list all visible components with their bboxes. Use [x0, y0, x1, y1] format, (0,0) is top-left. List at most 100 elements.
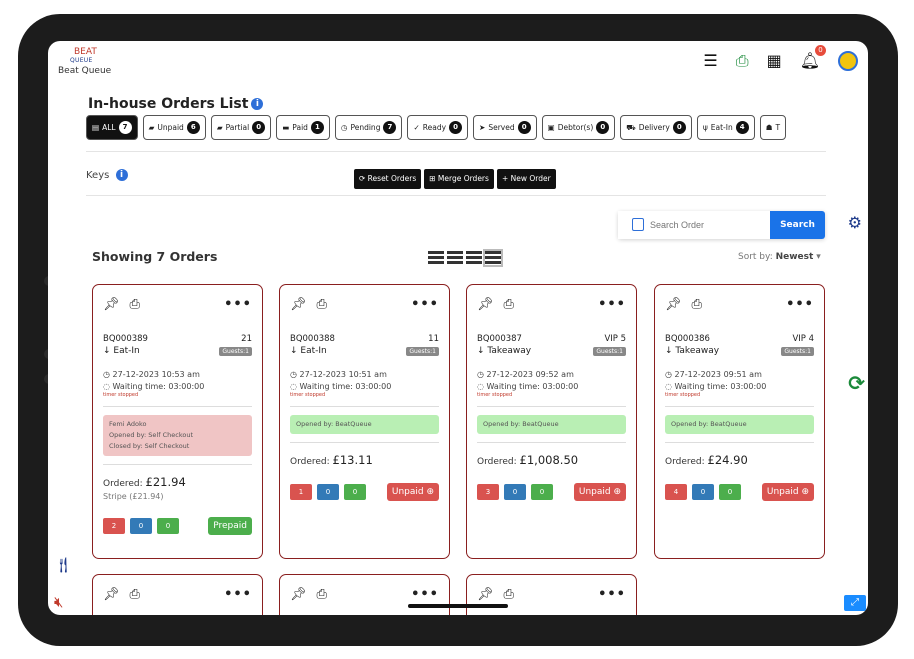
- merge-orders-button[interactable]: ⊞ Merge Orders: [424, 169, 494, 189]
- more-dots-icon[interactable]: •••: [224, 587, 252, 602]
- count-blue-button[interactable]: 0: [317, 484, 339, 500]
- filter-ready[interactable]: ✓ Ready 0: [407, 115, 469, 140]
- filter-count: 7: [383, 121, 397, 134]
- filter-all[interactable]: ▤ ALL 7: [86, 115, 138, 140]
- gear-icon[interactable]: ⚙: [848, 213, 862, 232]
- hamburger-menu-icon[interactable]: ☰: [703, 51, 717, 71]
- order-card[interactable]: 📌︎ ⎙ ••• BQ000387 VIP 5 ↓ Takeaway Guests:1 …: [466, 284, 637, 559]
- keys-info-icon[interactable]: i: [115, 169, 128, 181]
- order-card[interactable]: 📌︎ ⎙ ••• BQ000388 11 ↓ Eat-In Guests:1 ◷ 27-…: [279, 284, 450, 559]
- filter-paid[interactable]: ▬ Paid 1: [276, 115, 330, 140]
- printer-icon[interactable]: ⎙: [504, 297, 514, 312]
- more-dots-icon[interactable]: •••: [598, 587, 626, 602]
- printer-icon[interactable]: ⎙: [130, 297, 140, 312]
- printer-icon[interactable]: ⎙: [130, 587, 140, 602]
- pin-icon[interactable]: 📌︎: [103, 587, 120, 602]
- order-card[interactable]: 📌︎ ⎙ ••• BQ000389 21 ↓ Eat-In Guests:1 ◷ 27-…: [92, 284, 263, 559]
- ordered-label: Ordered:: [477, 457, 517, 467]
- payment-status-button[interactable]: Unpaid ⊕: [761, 483, 814, 501]
- refresh-icon[interactable]: ⟳: [848, 371, 865, 395]
- speaker-mute-icon[interactable]: 🔇︎: [54, 593, 63, 611]
- order-card[interactable]: 📌︎ ⎙ •••: [279, 574, 450, 615]
- status-label: Unpaid: [391, 487, 424, 497]
- pin-icon[interactable]: 📌︎: [103, 297, 120, 312]
- more-dots-icon[interactable]: •••: [224, 297, 252, 312]
- filter-partial[interactable]: ▰ Partial 0: [210, 115, 272, 140]
- filter-debtors[interactable]: ▣ Debtor(s) 0: [541, 115, 616, 140]
- divider: [86, 195, 826, 196]
- printer-icon[interactable]: ⎙: [504, 587, 514, 602]
- count-red-button[interactable]: 3: [477, 484, 499, 500]
- filter-eat-in[interactable]: ψ Eat-In 4: [696, 115, 755, 140]
- pin-icon[interactable]: 📌︎: [665, 297, 682, 312]
- ordered-amount: £21.94: [145, 475, 186, 489]
- pin-icon[interactable]: 📌︎: [477, 297, 494, 312]
- view-grid3-icon[interactable]: [466, 251, 482, 265]
- more-dots-icon[interactable]: •••: [411, 587, 439, 602]
- view-grid2-icon[interactable]: [447, 251, 463, 265]
- datetime-label: 27-12-2023 09:52 am: [486, 370, 574, 379]
- ordered-total: Ordered: £24.90: [665, 453, 814, 467]
- count-red-button[interactable]: 2: [103, 518, 125, 534]
- avatar[interactable]: [838, 51, 858, 71]
- divider: [665, 406, 814, 407]
- reset-orders-button[interactable]: ⟳ Reset Orders: [354, 169, 422, 189]
- filter-label: Pending: [350, 123, 381, 132]
- order-card[interactable]: 📌︎ ⎙ •••: [92, 574, 263, 615]
- printer-icon[interactable]: ⎙: [317, 297, 327, 312]
- filter-count: 6: [186, 121, 200, 134]
- sort-dropdown[interactable]: Sort by: Newest ▾: [738, 252, 821, 262]
- count-green-button[interactable]: 0: [719, 484, 741, 500]
- search-button[interactable]: Search: [770, 211, 825, 239]
- bell-icon[interactable]: 🔔︎ 0: [800, 45, 826, 71]
- view-grid4-icon[interactable]: [483, 249, 503, 267]
- calculator-icon[interactable]: ▦: [767, 51, 782, 71]
- more-dots-icon[interactable]: •••: [411, 297, 439, 312]
- count-blue-button[interactable]: 0: [130, 518, 152, 534]
- view-list-icon[interactable]: [428, 251, 444, 265]
- count-red-button[interactable]: 4: [665, 484, 687, 500]
- order-card[interactable]: 📌︎ ⎙ •••: [466, 574, 637, 615]
- expand-icon[interactable]: ⤢: [844, 595, 866, 611]
- ordered-amount: £1,008.50: [519, 453, 579, 467]
- filter-takeaway[interactable]: ☗ T: [759, 115, 787, 140]
- info-icon[interactable]: i: [251, 98, 264, 110]
- printer-icon[interactable]: ⎙: [692, 297, 702, 312]
- payment-status-button[interactable]: Unpaid ⊕: [573, 483, 626, 501]
- guests-badge: Guests:1: [219, 346, 252, 356]
- printer-icon[interactable]: ⎙: [736, 51, 749, 71]
- filter-count: 0: [596, 121, 610, 134]
- count-blue-button[interactable]: 0: [692, 484, 714, 500]
- ordered-amount: £13.11: [332, 453, 373, 467]
- logo[interactable]: BEAT QUEUE Beat Queue: [58, 47, 118, 76]
- count-green-button[interactable]: 0: [344, 484, 366, 500]
- new-order-button[interactable]: + New Order: [496, 169, 556, 189]
- app-title: Beat Queue: [58, 66, 112, 76]
- more-dots-icon[interactable]: •••: [598, 297, 626, 312]
- count-blue-button[interactable]: 0: [504, 484, 526, 500]
- filter-label: Delivery: [638, 123, 670, 132]
- pin-icon[interactable]: 📌︎: [290, 297, 307, 312]
- waiting-label: Waiting time: 03:00:00: [112, 382, 205, 391]
- count-red-button[interactable]: 1: [290, 484, 312, 500]
- order-id: BQ000388: [290, 334, 335, 344]
- order-card[interactable]: 📌︎ ⎙ ••• BQ000386 VIP 4 ↓ Takeaway Guests:1 …: [654, 284, 825, 559]
- count-green-button[interactable]: 0: [531, 484, 553, 500]
- filter-count: 0: [449, 121, 463, 134]
- order-type: ↓ Takeaway: [665, 346, 720, 356]
- filter-pending[interactable]: ◷ Pending 7: [334, 115, 403, 140]
- ordered-total: Ordered: £13.11: [290, 453, 439, 467]
- datetime-label: 27-12-2023 10:51 am: [299, 370, 387, 379]
- printer-icon[interactable]: ⎙: [317, 587, 327, 602]
- payment-status-button[interactable]: Unpaid ⊕: [386, 483, 439, 501]
- utensils-icon[interactable]: 🍴︎: [54, 556, 73, 574]
- count-green-button[interactable]: 0: [157, 518, 179, 534]
- payment-status-button[interactable]: Prepaid: [208, 517, 252, 535]
- more-dots-icon[interactable]: •••: [786, 297, 814, 312]
- guests-badge: Guests:1: [781, 346, 814, 356]
- filter-delivery[interactable]: ⛟ Delivery 0: [620, 115, 692, 140]
- pin-icon[interactable]: 📌︎: [477, 587, 494, 602]
- filter-unpaid[interactable]: ▰ Unpaid 6: [142, 115, 206, 140]
- pin-icon[interactable]: 📌︎: [290, 587, 307, 602]
- filter-served[interactable]: ➤ Served 0: [473, 115, 537, 140]
